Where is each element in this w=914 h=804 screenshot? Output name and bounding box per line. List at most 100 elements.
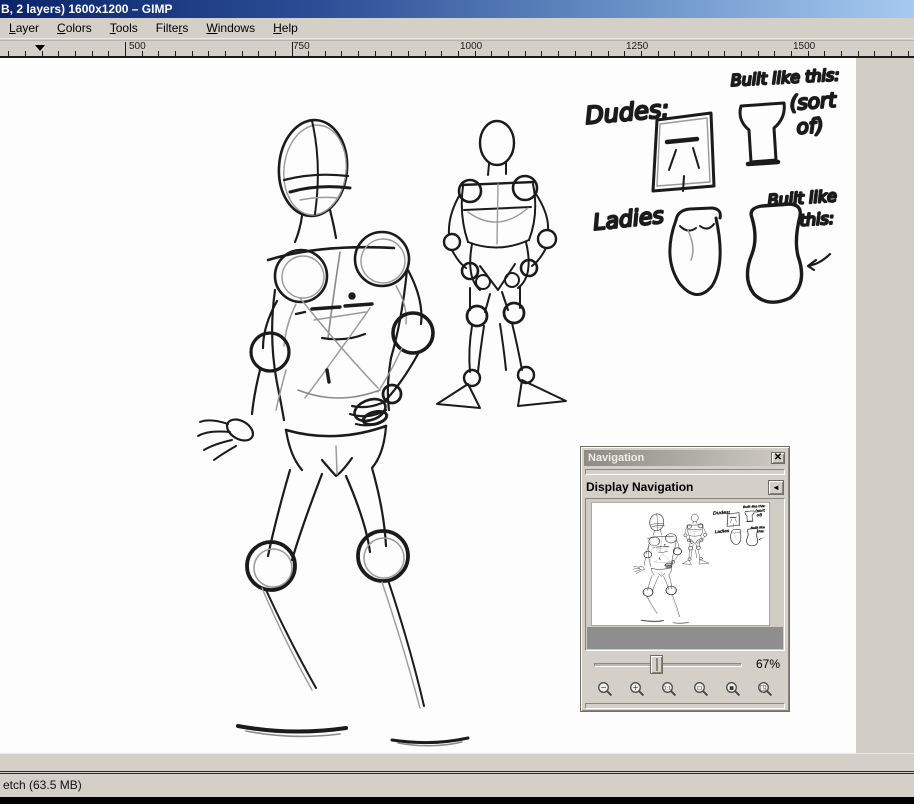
ruler-minor-tick <box>824 51 825 56</box>
menu-tools[interactable]: Tools <box>101 19 147 37</box>
window-titlebar[interactable]: B, 2 layers) 1600x1200 – GIMP <box>0 0 914 18</box>
ruler-minor-tick <box>908 51 909 56</box>
thumbnail-empty-band <box>587 627 783 649</box>
zoom-fit-window-icon: ▫ <box>693 681 710 698</box>
svg-text:+: + <box>632 683 638 692</box>
display-navigation-title: Display Navigation <box>586 480 693 494</box>
screen-edge <box>0 797 914 804</box>
ruler-minor-tick <box>575 51 576 56</box>
ruler-minor-tick <box>541 51 542 56</box>
ruler-label-1500: 1500 <box>793 41 815 52</box>
menu-filters[interactable]: Filters <box>147 19 198 37</box>
ruler-minor-tick <box>441 51 442 56</box>
horizontal-scroll-strip[interactable] <box>0 753 914 771</box>
svg-text:◳: ◳ <box>759 683 766 692</box>
zoom-buttons-row: − +1:1 ▫ ▪ ◳ <box>584 676 786 700</box>
ruler-minor-tick <box>58 51 59 56</box>
ruler-minor-tick <box>458 51 459 56</box>
status-bar: etch (63.5 MB) <box>0 774 914 797</box>
ruler-minor-tick <box>758 51 759 56</box>
zoom-fill-window-icon: ▪ <box>725 681 742 698</box>
ruler-label-1250: 1250 <box>626 41 648 52</box>
ruler-minor-tick <box>525 51 526 56</box>
ruler-minor-tick <box>242 51 243 56</box>
ruler-label-500: 500 <box>129 41 146 52</box>
ruler-minor-tick <box>774 51 775 56</box>
ruler-minor-tick <box>108 51 109 56</box>
ruler-minor-tick <box>674 51 675 56</box>
ruler-label-750: 750 <box>293 41 310 52</box>
ruler-minor-tick <box>841 51 842 56</box>
svg-text:▪: ▪ <box>728 683 733 692</box>
zoom-1-1-button[interactable]: 1:1 <box>656 678 682 700</box>
ruler-minor-tick <box>508 51 509 56</box>
ruler-minor-tick <box>658 51 659 56</box>
menu-layer[interactable]: Layer <box>0 19 48 37</box>
ruler-minor-tick <box>558 51 559 56</box>
navigation-dialog-title: Navigation <box>588 450 644 466</box>
ruler-minor-tick <box>375 51 376 56</box>
ruler-minor-tick <box>341 51 342 56</box>
ruler-minor-tick <box>408 51 409 56</box>
ruler-pointer-marker <box>35 45 45 51</box>
ruler-minor-tick <box>891 51 892 56</box>
ruler-minor-tick <box>608 51 609 56</box>
ruler-minor-tick <box>874 51 875 56</box>
ruler-minor-tick <box>192 51 193 56</box>
zoom-out-button[interactable]: − <box>592 678 618 700</box>
shrink-wrap-icon: ◳ <box>757 681 774 698</box>
zoom-slider-handle[interactable] <box>650 655 663 674</box>
ruler-minor-tick <box>724 51 725 56</box>
ruler-major-tick <box>125 42 126 56</box>
zoom-1-1-icon: 1:1 <box>661 681 678 698</box>
ruler-minor-tick <box>175 51 176 56</box>
menu-windows[interactable]: Windows <box>197 19 264 37</box>
ruler-minor-tick <box>858 51 859 56</box>
status-memory-text: etch (63.5 MB) <box>3 778 82 792</box>
zoom-in-button[interactable]: + <box>624 678 650 700</box>
menu-colors[interactable]: Colors <box>48 19 101 37</box>
ruler-minor-tick <box>8 51 9 56</box>
navigation-dialog[interactable]: Navigation ✕ Display Navigation ◄ 67% − +… <box>580 446 790 712</box>
gimp-window: B, 2 layers) 1600x1200 – GIMP LayerColor… <box>0 0 914 804</box>
shrink-wrap-button[interactable]: ◳ <box>752 678 778 700</box>
tab-menu-icon[interactable]: ◄ <box>768 480 784 495</box>
ruler-minor-tick <box>158 51 159 56</box>
navigation-preview-box[interactable] <box>585 498 785 651</box>
ruler-minor-tick <box>208 51 209 56</box>
zoom-fit-window-button[interactable]: ▫ <box>688 678 714 700</box>
ruler-minor-tick <box>791 51 792 56</box>
navigation-thumbnail-sketch <box>592 503 769 625</box>
svg-text:−: − <box>600 683 606 692</box>
ruler-minor-tick <box>75 51 76 56</box>
dialog-bottom-strip <box>585 703 785 709</box>
ruler-minor-tick <box>591 51 592 56</box>
ruler-minor-tick <box>258 51 259 56</box>
ruler-minor-tick <box>42 51 43 56</box>
navigation-thumbnail[interactable] <box>592 503 769 625</box>
svg-text:1:1: 1:1 <box>663 685 670 691</box>
ruler-minor-tick <box>25 51 26 56</box>
ruler-minor-tick <box>425 51 426 56</box>
menu-help[interactable]: Help <box>264 19 307 37</box>
display-navigation-header: Display Navigation ◄ <box>584 477 786 497</box>
ruler-minor-tick <box>92 51 93 56</box>
menu-bar: LayerColorsToolsFiltersWindowsHelp <box>0 18 914 38</box>
zoom-slider-track[interactable] <box>594 663 742 667</box>
navigation-dialog-titlebar[interactable]: Navigation ✕ <box>584 450 786 466</box>
dock-drag-handle[interactable] <box>585 469 785 475</box>
window-title: B, 2 layers) 1600x1200 – GIMP <box>1 2 172 16</box>
ruler-minor-tick <box>391 51 392 56</box>
ruler-minor-tick <box>325 51 326 56</box>
ruler-minor-tick <box>624 51 625 56</box>
svg-text:▫: ▫ <box>696 683 701 692</box>
ruler-minor-tick <box>225 51 226 56</box>
zoom-percent-label: 67% <box>756 657 780 671</box>
zoom-out-icon: − <box>597 681 614 698</box>
zoom-fill-window-button[interactable]: ▪ <box>720 678 746 700</box>
zoom-in-icon: + <box>629 681 646 698</box>
ruler-minor-tick <box>741 51 742 56</box>
horizontal-ruler[interactable]: 500750100012501500 <box>0 41 914 58</box>
ruler-minor-tick <box>691 51 692 56</box>
close-icon[interactable]: ✕ <box>771 452 785 464</box>
